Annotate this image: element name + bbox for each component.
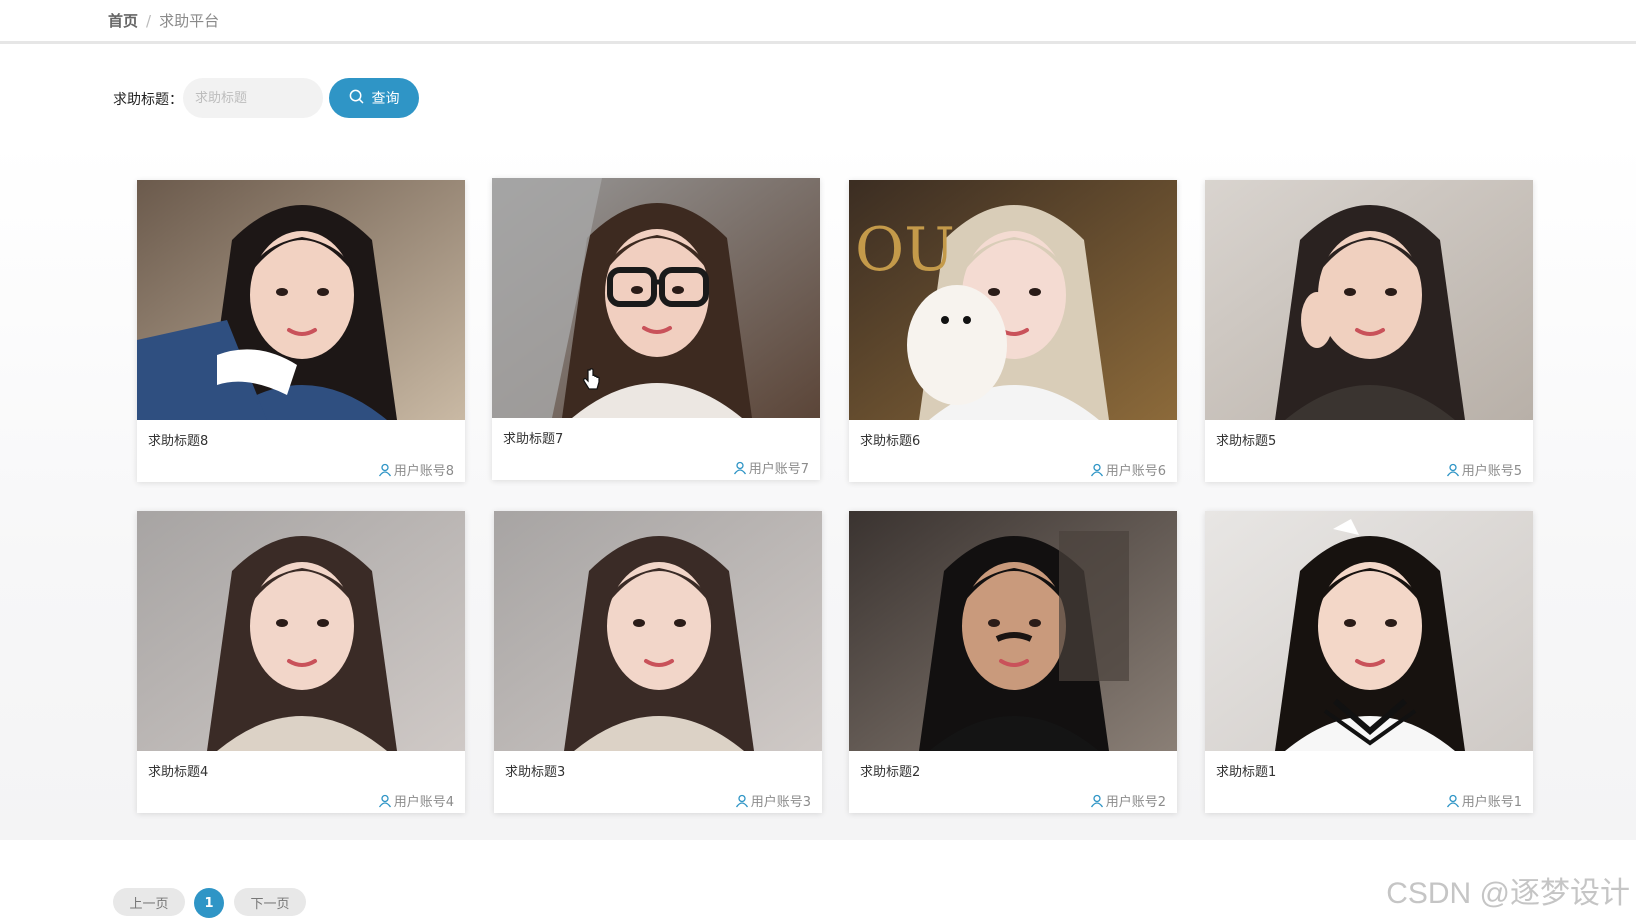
- help-card-title[interactable]: 求助标题1: [1216, 761, 1276, 780]
- help-card-title[interactable]: 求助标题8: [148, 430, 208, 449]
- user-icon: [1090, 794, 1104, 808]
- help-card-author: 用户账号6: [1090, 460, 1166, 479]
- hand-cursor-icon: [582, 368, 600, 396]
- breadcrumb-bar: 首页 / 求助平台: [0, 0, 1636, 44]
- help-card[interactable]: 求助标题8 用户账号8: [137, 180, 465, 482]
- help-card-photo[interactable]: [492, 178, 820, 418]
- help-card-author-name: 用户账号5: [1461, 464, 1522, 479]
- help-card-author-name: 用户账号1: [1461, 795, 1522, 810]
- user-icon: [1446, 794, 1460, 808]
- help-card-author: 用户账号3: [735, 791, 811, 810]
- breadcrumb-current: 求助平台: [159, 12, 220, 30]
- help-card-author-name: 用户账号4: [393, 795, 454, 810]
- help-card-photo[interactable]: OU: [849, 180, 1177, 420]
- prev-page-button[interactable]: 上一页: [113, 888, 185, 916]
- help-card-photo[interactable]: [849, 511, 1177, 751]
- help-card[interactable]: 求助标题5 用户账号5: [1205, 180, 1533, 482]
- help-card-photo[interactable]: [137, 511, 465, 751]
- user-icon: [733, 461, 747, 475]
- user-icon: [378, 794, 392, 808]
- breadcrumb-home-link[interactable]: 首页: [108, 12, 138, 30]
- help-card-author: 用户账号1: [1446, 791, 1522, 810]
- help-card-title[interactable]: 求助标题5: [1216, 430, 1276, 449]
- help-card[interactable]: 求助标题7 用户账号7: [492, 178, 820, 480]
- help-card-author: 用户账号5: [1446, 460, 1522, 479]
- help-card[interactable]: OU 求助标题6 用户账号6: [849, 180, 1177, 482]
- csdn-watermark: CSDN @逐梦设计: [1386, 877, 1630, 910]
- help-card[interactable]: 求助标题3 用户账号3: [494, 511, 822, 813]
- help-card-author-name: 用户账号6: [1105, 464, 1166, 479]
- search-icon: [349, 89, 364, 108]
- breadcrumb: 首页 / 求助平台: [108, 10, 219, 31]
- help-card-author-name: 用户账号3: [750, 795, 811, 810]
- user-icon: [1090, 463, 1104, 477]
- help-card-title[interactable]: 求助标题3: [505, 761, 565, 780]
- help-card[interactable]: 求助标题1 用户账号1: [1205, 511, 1533, 813]
- help-card-photo[interactable]: [494, 511, 822, 751]
- breadcrumb-separator: /: [146, 12, 152, 30]
- help-card-author: 用户账号4: [378, 791, 454, 810]
- help-card-author-name: 用户账号7: [748, 462, 809, 477]
- help-card-photo[interactable]: [1205, 180, 1533, 420]
- help-card-photo[interactable]: [1205, 511, 1533, 751]
- help-card-author-name: 用户账号8: [393, 464, 454, 479]
- user-icon: [1446, 463, 1460, 477]
- search-input[interactable]: [183, 78, 323, 118]
- help-card-title[interactable]: 求助标题6: [860, 430, 920, 449]
- help-card-photo[interactable]: [137, 180, 465, 420]
- help-card-author: 用户账号7: [733, 458, 809, 477]
- help-card[interactable]: 求助标题2 用户账号2: [849, 511, 1177, 813]
- next-page-button[interactable]: 下一页: [234, 888, 306, 916]
- help-card[interactable]: 求助标题4 用户账号4: [137, 511, 465, 813]
- help-card-title[interactable]: 求助标题4: [148, 761, 208, 780]
- help-card-author-name: 用户账号2: [1105, 795, 1166, 810]
- query-button-label: 查询: [371, 91, 400, 107]
- query-button[interactable]: 查询: [329, 78, 419, 118]
- svg-text:OU: OU: [855, 215, 955, 285]
- search-label: 求助标题：: [113, 92, 183, 108]
- user-icon: [735, 794, 749, 808]
- help-card-title[interactable]: 求助标题2: [860, 761, 920, 780]
- help-card-author: 用户账号2: [1090, 791, 1166, 810]
- help-card-title[interactable]: 求助标题7: [503, 428, 563, 447]
- help-card-author: 用户账号8: [378, 460, 454, 479]
- user-icon: [378, 463, 392, 477]
